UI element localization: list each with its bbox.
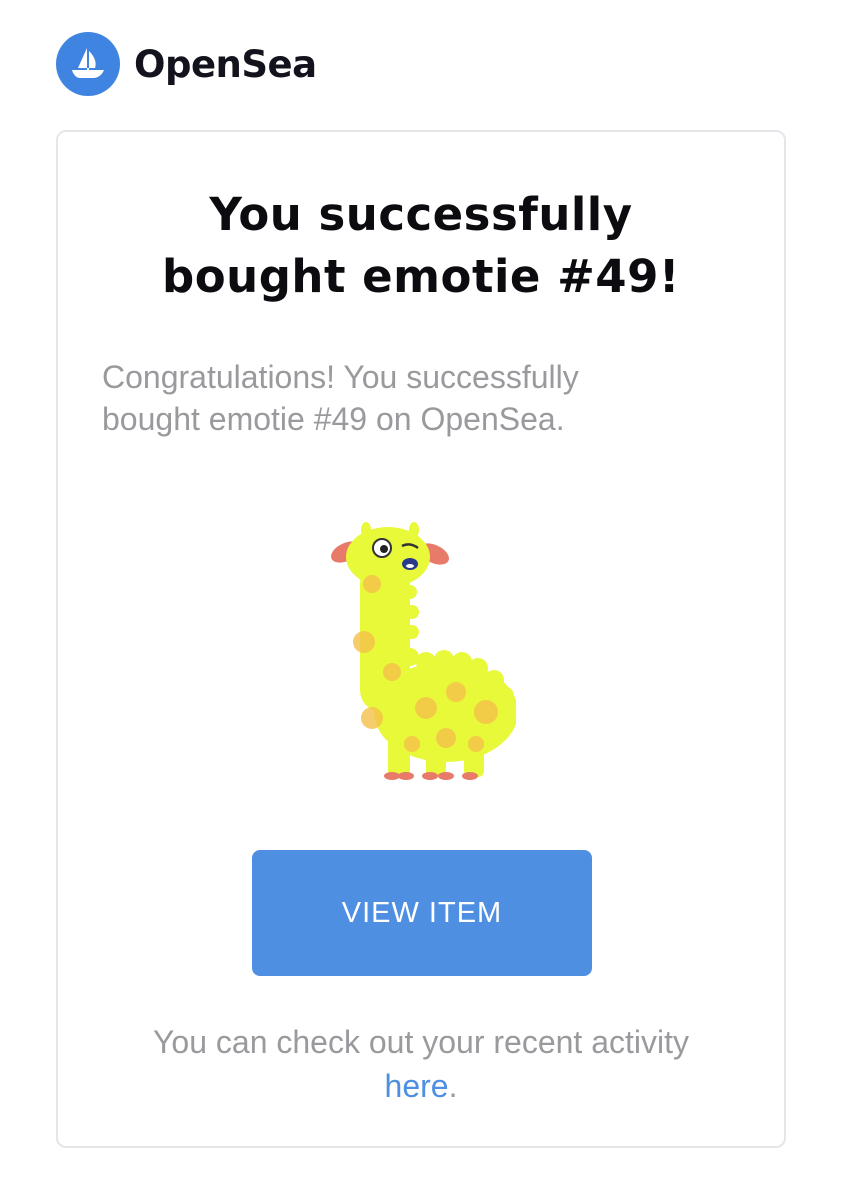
footer-line-1: You can check out your recent activity	[153, 1024, 689, 1060]
brand-name: OpenSea	[134, 42, 317, 86]
footer-period: .	[448, 1068, 458, 1104]
header: OpenSea	[56, 32, 317, 96]
page-title: You successfully bought emotie #49!	[58, 184, 784, 308]
purchase-card: You successfully bought emotie #49! Cong…	[56, 130, 786, 1148]
recent-activity-text: You can check out your recent activity h…	[58, 1020, 784, 1108]
subtitle-line-2: bought emotie #49 on OpenSea.	[102, 401, 565, 437]
title-line-2: bought emotie #49!	[162, 250, 680, 303]
title-line-1: You successfully	[209, 188, 633, 241]
subtitle-line-1: Congratulations! You successfully	[102, 359, 579, 395]
opensea-ship-icon	[56, 32, 120, 96]
view-item-button[interactable]: VIEW ITEM	[252, 850, 592, 976]
recent-activity-link[interactable]: here	[385, 1068, 449, 1104]
email-page: OpenSea You successfully bought emotie #…	[0, 0, 844, 1200]
congratulations-text: Congratulations! You successfully bought…	[102, 356, 662, 440]
llama-nft-image	[326, 512, 516, 782]
